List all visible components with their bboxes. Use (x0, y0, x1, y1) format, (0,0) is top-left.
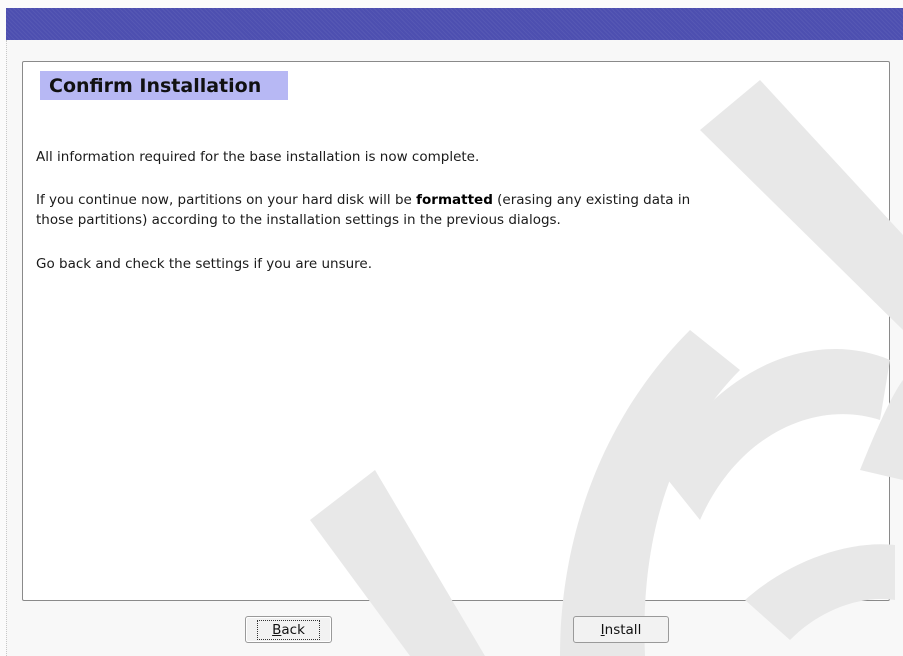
info-paragraph-go-back: Go back and check the settings if you ar… (36, 256, 373, 272)
warning-paragraph: If you continue now, partitions on your … (36, 190, 690, 230)
window-titlebar[interactable] (6, 8, 903, 40)
install-button-label: Install (600, 621, 642, 638)
install-button[interactable]: Install (573, 616, 669, 643)
warning-text-start: If you continue now, partitions on your … (36, 192, 417, 208)
back-button-label: Back (257, 619, 320, 640)
back-button[interactable]: Back (245, 616, 332, 643)
warning-text-line2: those partitions) according to the insta… (36, 212, 561, 228)
warning-text-formatted: formatted (416, 192, 493, 208)
dialog-content-frame (22, 61, 890, 601)
page-title: Confirm Installation (49, 75, 262, 97)
warning-text-end: (erasing any existing data in (492, 192, 691, 208)
info-paragraph-complete: All information required for the base in… (36, 149, 480, 165)
installer-window: Confirm Installation All information req… (0, 0, 903, 656)
